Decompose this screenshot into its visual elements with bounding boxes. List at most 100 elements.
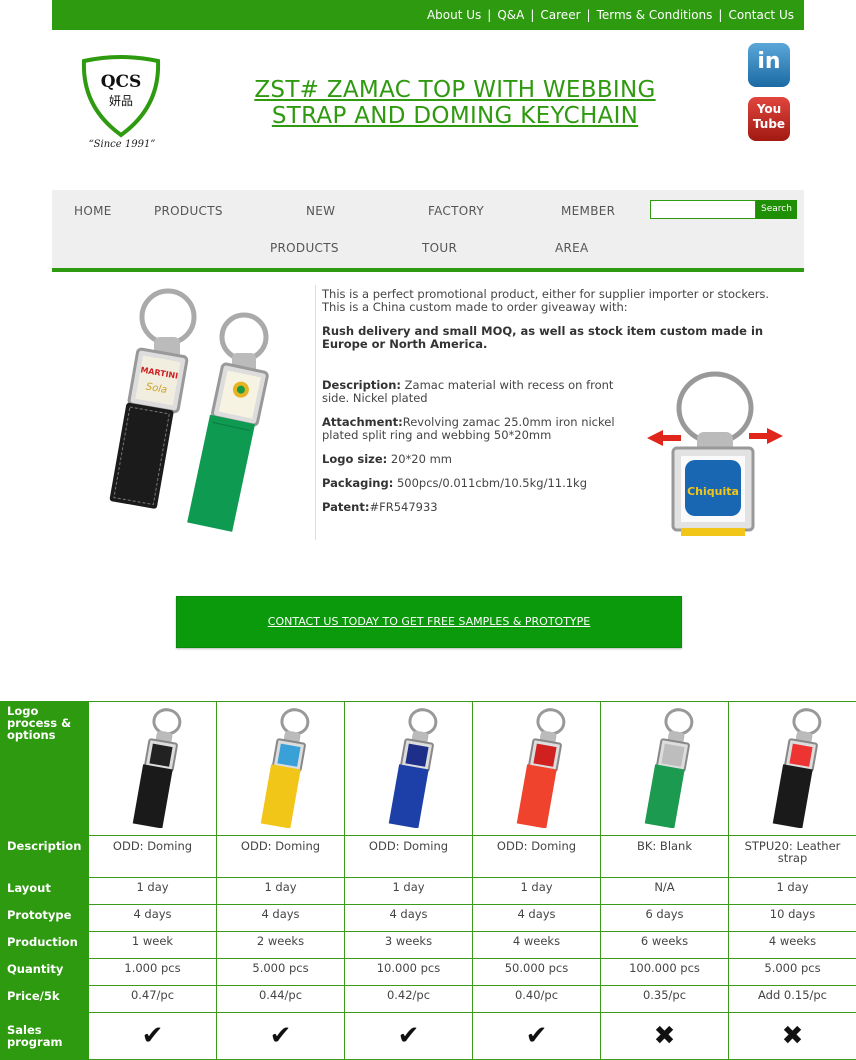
table-row: Production 1 week 2 weeks 3 weeks 4 week…	[1, 932, 856, 959]
table-row: Price/5k 0.47/pc 0.44/pc 0.42/pc 0.40/pc…	[1, 986, 856, 1013]
nav-new[interactable]: NEW	[306, 204, 335, 218]
option-keychain-image	[113, 704, 193, 828]
content-divider	[315, 285, 316, 540]
check-icon: ✔	[398, 1021, 420, 1051]
cell-layout: 1 day	[729, 878, 856, 905]
qa-link[interactable]: Q&A	[497, 8, 524, 22]
option-keychain-image	[753, 704, 833, 828]
separator: |	[587, 8, 591, 22]
cell-production: 4 weeks	[473, 932, 601, 959]
spec-packaging-value: 500pcs/0.011cbm/10.5kg/11.1kg	[393, 476, 587, 490]
nav-member-area[interactable]: AREA	[555, 241, 589, 255]
cell-production: 4 weeks	[729, 932, 856, 959]
cell-quantity: 50.000 pcs	[473, 959, 601, 986]
linkedin-icon[interactable]: in	[748, 43, 790, 87]
cell-price: 0.42/pc	[345, 986, 473, 1013]
spec-logo-size-value: 20*20 mm	[387, 452, 452, 466]
rotation-detail-image: Chiquita	[645, 370, 787, 538]
spec-attachment-label: Attachment:	[322, 415, 403, 429]
cell-production: 1 week	[89, 932, 217, 959]
cell-price: 0.47/pc	[89, 986, 217, 1013]
page-title-line2: STRAP AND DOMING KEYCHAIN	[200, 103, 710, 129]
cell-prototype: 6 days	[601, 905, 729, 932]
option-keychain-image	[369, 704, 449, 828]
cell-sales: ✔	[345, 1013, 473, 1060]
row-label-layout: Layout	[1, 878, 89, 905]
header-label: Logo process & options	[1, 702, 89, 836]
spec-logo-size: Logo size: 20*20 mm	[322, 453, 637, 466]
page-title: ZST# ZAMAC TOP WITH WEBBING STRAP AND DO…	[200, 77, 710, 129]
cross-icon: ✖	[654, 1021, 676, 1051]
youtube-icon[interactable]: You Tube	[748, 97, 790, 141]
spec-description: Description: Zamac material with recess …	[322, 379, 637, 405]
product-image: MARTINI Sola	[94, 287, 274, 537]
spec-description-label: Description:	[322, 378, 401, 392]
search-button[interactable]: Search	[756, 200, 797, 219]
spec-patent-label: Patent:	[322, 500, 369, 514]
cell-layout: 1 day	[473, 878, 601, 905]
cell-sales: ✖	[601, 1013, 729, 1060]
terms-link[interactable]: Terms & Conditions	[597, 8, 713, 22]
row-label-quantity: Quantity	[1, 959, 89, 986]
cell-description: ODD: Doming	[473, 836, 601, 878]
cell-prototype: 4 days	[89, 905, 217, 932]
top-bar: About Us|Q&A|Career|Terms & Conditions|C…	[52, 0, 804, 30]
option-image-cell	[601, 702, 729, 836]
product-rush: Rush delivery and small MOQ, as well as …	[322, 325, 792, 351]
cell-price: Add 0.15/pc	[729, 986, 856, 1013]
since-tagline: “Since 1991”	[82, 139, 162, 150]
separator: |	[718, 8, 722, 22]
option-image-cell	[729, 702, 856, 836]
option-keychain-image	[625, 704, 705, 828]
about-us-link[interactable]: About Us	[427, 8, 481, 22]
cell-production: 2 weeks	[217, 932, 345, 959]
check-icon: ✔	[270, 1021, 292, 1051]
cell-quantity: 1.000 pcs	[89, 959, 217, 986]
youtube-text-2: Tube	[748, 117, 790, 131]
search-input[interactable]	[650, 200, 756, 219]
cell-description: ODD: Doming	[217, 836, 345, 878]
cell-prototype: 4 days	[345, 905, 473, 932]
nav-member[interactable]: MEMBER	[561, 204, 615, 218]
option-image-cell	[217, 702, 345, 836]
cell-layout: 1 day	[89, 878, 217, 905]
cell-prototype: 4 days	[473, 905, 601, 932]
top-links: About Us|Q&A|Career|Terms & Conditions|C…	[427, 8, 794, 22]
nav-home[interactable]: HOME	[74, 204, 112, 218]
spec-patent: Patent:#FR547933	[322, 501, 637, 514]
rotation-detail-label: Chiquita	[687, 485, 739, 498]
nav-products[interactable]: PRODUCTS	[154, 204, 223, 218]
cell-price: 0.35/pc	[601, 986, 729, 1013]
check-icon: ✔	[142, 1021, 164, 1051]
cell-quantity: 5.000 pcs	[217, 959, 345, 986]
cell-description: ODD: Doming	[345, 836, 473, 878]
spec-patent-value: #FR547933	[369, 500, 437, 514]
logo-text-top: QCS	[101, 72, 142, 92]
nav-factory-tour[interactable]: TOUR	[422, 241, 457, 255]
spec-packaging-label: Packaging:	[322, 476, 393, 490]
spec-logo-size-label: Logo size:	[322, 452, 387, 466]
nav-new-products[interactable]: PRODUCTS	[270, 241, 339, 255]
table-row: Layout 1 day 1 day 1 day 1 day N/A 1 day	[1, 878, 856, 905]
career-link[interactable]: Career	[540, 8, 580, 22]
cell-layout: 1 day	[345, 878, 473, 905]
contact-cta-label[interactable]: CONTACT US TODAY TO GET FREE SAMPLES & P…	[177, 615, 681, 628]
cell-description: ODD: Doming	[89, 836, 217, 878]
cell-sales: ✔	[217, 1013, 345, 1060]
cell-quantity: 10.000 pcs	[345, 959, 473, 986]
table-row: Quantity 1.000 pcs 5.000 pcs 10.000 pcs …	[1, 959, 856, 986]
cell-quantity: 5.000 pcs	[729, 959, 856, 986]
table-row: Logo process & options	[1, 702, 856, 836]
row-label-description: Description	[1, 836, 89, 878]
cell-prototype: 10 days	[729, 905, 856, 932]
cell-production: 6 weeks	[601, 932, 729, 959]
table-row: Prototype 4 days 4 days 4 days 4 days 6 …	[1, 905, 856, 932]
table-row: Sales program ✔ ✔ ✔ ✔ ✖ ✖	[1, 1013, 856, 1060]
logo-text-bottom: 妍品	[109, 94, 133, 108]
contact-cta-button[interactable]: CONTACT US TODAY TO GET FREE SAMPLES & P…	[176, 596, 682, 648]
cell-production: 3 weeks	[345, 932, 473, 959]
cell-layout: N/A	[601, 878, 729, 905]
nav-factory[interactable]: FACTORY	[428, 204, 484, 218]
linkedin-text: in	[748, 49, 790, 74]
contact-us-link[interactable]: Contact Us	[728, 8, 794, 22]
